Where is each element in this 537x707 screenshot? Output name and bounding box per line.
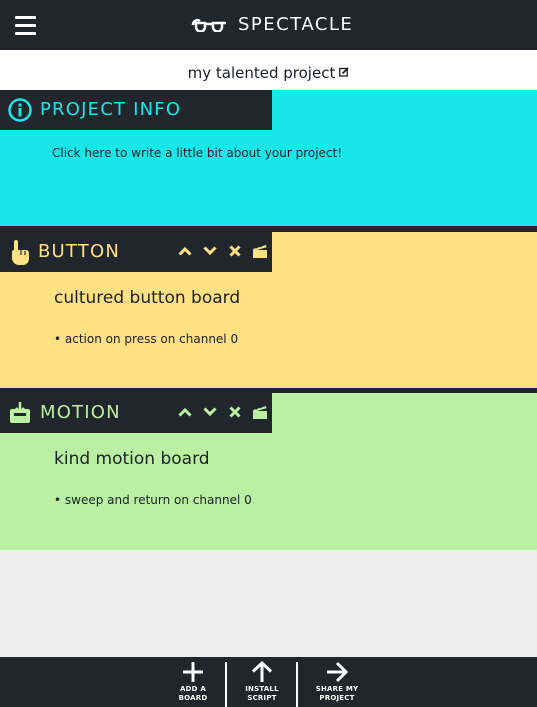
share-project-button[interactable]: SHARE MY PROJECT xyxy=(312,657,362,707)
project-name[interactable]: my talented project xyxy=(188,64,336,82)
board-name[interactable]: cultured button board xyxy=(54,288,240,308)
motion-box-icon xyxy=(8,401,32,425)
install-script-label: INSTALL SCRIPT xyxy=(245,685,279,702)
app-title: SPECTACLE xyxy=(238,14,354,35)
chevron-up-icon[interactable] xyxy=(176,403,194,421)
brand: SPECTACLE xyxy=(191,10,353,40)
pointing-hand-icon xyxy=(8,239,30,265)
chevron-down-icon[interactable] xyxy=(201,242,219,260)
chevron-down-icon[interactable] xyxy=(201,403,219,421)
project-info-section: PROJECT INFO Click here to write a littl… xyxy=(0,90,537,226)
project-description[interactable]: Click here to write a little bit about y… xyxy=(52,146,342,160)
button-board-section: BUTTON cultured button board • action on… xyxy=(0,232,537,388)
arrow-up-icon xyxy=(251,661,273,682)
chevron-up-icon[interactable] xyxy=(176,242,194,260)
board-action: • sweep and return on channel 0 xyxy=(54,493,252,507)
add-board-button[interactable]: ADD A BOARD xyxy=(173,657,213,707)
spectacles-icon xyxy=(191,18,226,32)
share-project-label: SHARE MY PROJECT xyxy=(315,685,359,702)
separator xyxy=(296,662,298,707)
section-title: MOTION xyxy=(40,402,121,423)
project-name-bar: my talented project xyxy=(0,50,537,90)
clapperboard-icon[interactable] xyxy=(251,403,269,421)
hamburger-menu-icon[interactable] xyxy=(15,16,36,35)
section-title: BUTTON xyxy=(38,241,121,262)
add-board-label: ADD A BOARD xyxy=(178,685,208,702)
motion-board-header: MOTION xyxy=(0,393,272,433)
board-controls xyxy=(176,242,269,260)
top-bar: SPECTACLE xyxy=(0,0,537,50)
board-action: • action on press on channel 0 xyxy=(54,332,239,346)
bottom-toolbar: ADD A BOARD INSTALL SCRIPT SHARE MY PROJ… xyxy=(0,657,537,707)
install-script-button[interactable]: INSTALL SCRIPT xyxy=(241,657,283,707)
close-icon[interactable] xyxy=(226,403,244,421)
button-board-header: BUTTON xyxy=(0,232,272,272)
edit-icon[interactable] xyxy=(339,49,349,95)
plus-icon xyxy=(183,662,203,682)
motion-board-section: MOTION kind motion board • sweep and ret… xyxy=(0,393,537,550)
arrow-right-icon xyxy=(327,661,348,683)
clapperboard-icon[interactable] xyxy=(251,242,269,260)
info-icon xyxy=(8,98,32,122)
close-icon[interactable] xyxy=(226,242,244,260)
project-info-header: PROJECT INFO xyxy=(0,90,272,130)
separator xyxy=(225,662,227,707)
board-controls xyxy=(176,403,269,421)
board-name[interactable]: kind motion board xyxy=(54,449,210,469)
section-title: PROJECT INFO xyxy=(40,99,182,120)
